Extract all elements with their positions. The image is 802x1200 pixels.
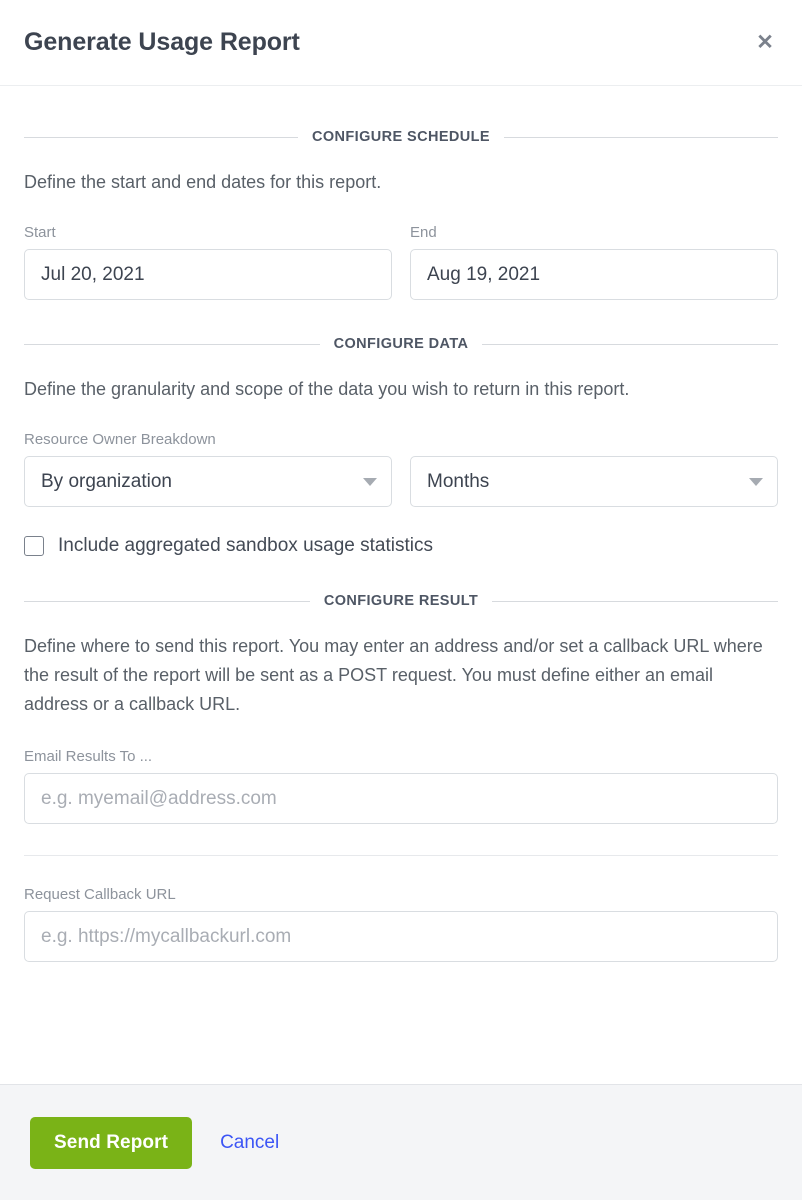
- resource-owner-breakdown-group: Resource Owner Breakdown By organization: [24, 431, 392, 507]
- end-date-group: End: [410, 224, 778, 300]
- end-date-input[interactable]: [410, 249, 778, 300]
- callback-url-group: Request Callback URL: [24, 886, 778, 962]
- divider-line-left: [24, 136, 298, 138]
- chevron-down-icon: [749, 477, 763, 486]
- divider-line-left: [24, 343, 320, 345]
- divider-line-right: [492, 600, 779, 602]
- schedule-description: Define the start and end dates for this …: [24, 172, 382, 192]
- end-date-label: End: [410, 224, 437, 241]
- start-date-input[interactable]: [24, 249, 392, 300]
- select-value: By organization: [41, 471, 172, 492]
- section-header-configure-result: CONFIGURE RESULT: [24, 593, 779, 609]
- email-results-label: Email Results To ...: [24, 748, 153, 765]
- page-title: Generate Usage Report: [24, 28, 300, 56]
- section-header-configure-data: CONFIGURE DATA: [24, 336, 778, 352]
- granularity-label: [410, 431, 778, 449]
- data-selects-row: Resource Owner Breakdown By organization…: [24, 431, 778, 507]
- sandbox-statistics-row[interactable]: Include aggregated sandbox usage statist…: [24, 535, 778, 557]
- start-date-label: Start: [24, 224, 56, 241]
- data-description: Define the granularity and scope of the …: [24, 379, 630, 399]
- divider-line-left: [24, 600, 310, 602]
- close-icon[interactable]: ✕: [750, 28, 780, 58]
- divider: [24, 855, 778, 856]
- granularity-select[interactable]: Months: [410, 456, 778, 507]
- resource-owner-breakdown-select[interactable]: By organization: [24, 456, 392, 507]
- section-header-configure-schedule: CONFIGURE SCHEDULE: [24, 129, 778, 145]
- callback-url-label: Request Callback URL: [24, 886, 176, 903]
- dialog-header: Generate Usage Report ✕: [0, 0, 802, 86]
- dialog-footer: Send Report Cancel: [0, 1084, 802, 1200]
- divider-line-right: [504, 136, 778, 138]
- cancel-button[interactable]: Cancel: [220, 1132, 279, 1154]
- section-legend: CONFIGURE DATA: [333, 336, 469, 352]
- divider-line-right: [482, 343, 778, 345]
- chevron-down-icon: [363, 477, 377, 486]
- section-legend: CONFIGURE RESULT: [323, 593, 479, 609]
- date-range-row: Start End: [24, 224, 778, 300]
- email-results-group: Email Results To ...: [24, 748, 778, 824]
- start-date-group: Start: [24, 224, 392, 300]
- granularity-group: Months: [410, 431, 778, 507]
- email-results-input[interactable]: [24, 773, 778, 824]
- callback-url-input[interactable]: [24, 911, 778, 962]
- result-description: Define where to send this report. You ma…: [24, 636, 763, 714]
- sandbox-statistics-checkbox[interactable]: [24, 536, 44, 556]
- section-legend: CONFIGURE SCHEDULE: [312, 129, 490, 145]
- select-value: Months: [427, 471, 490, 492]
- dialog-body: CONFIGURE SCHEDULE Define the start and …: [0, 86, 802, 1084]
- generate-usage-report-dialog: Generate Usage Report ✕ CONFIGURE SCHEDU…: [0, 0, 802, 1200]
- sandbox-statistics-label[interactable]: Include aggregated sandbox usage statist…: [58, 535, 433, 557]
- resource-owner-breakdown-label: Resource Owner Breakdown: [24, 431, 216, 448]
- send-report-button[interactable]: Send Report: [30, 1116, 193, 1169]
